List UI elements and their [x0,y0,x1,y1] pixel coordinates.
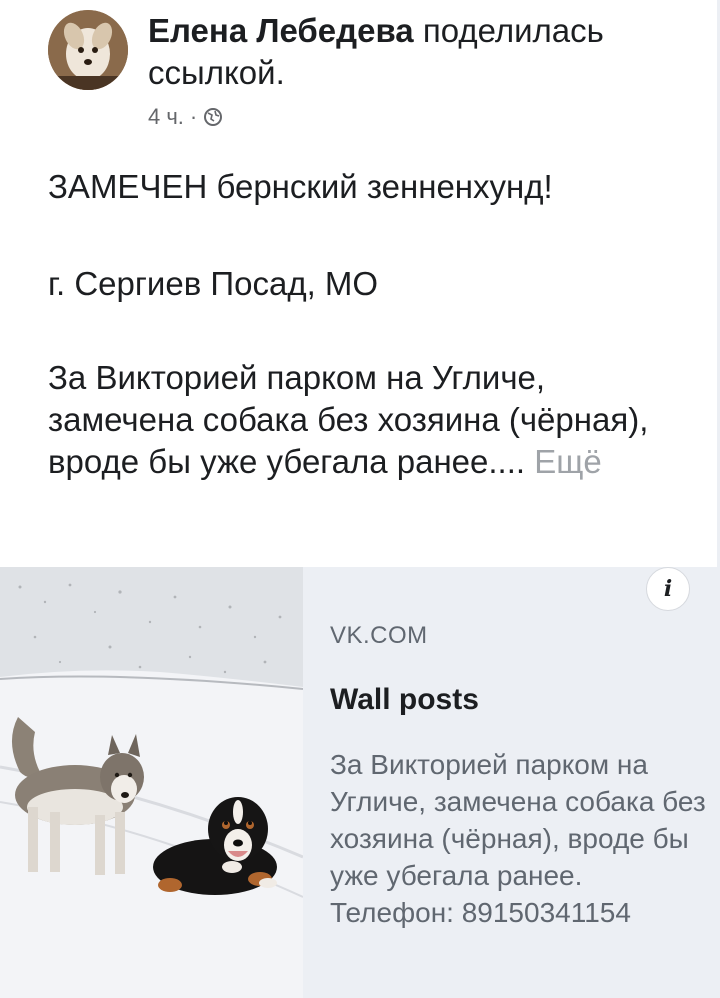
globe-icon[interactable] [203,107,223,127]
link-preview-image[interactable] [0,567,303,998]
see-more-link[interactable]: Ещё [534,443,602,480]
shared-link-post: Елена Лебедева поделилась ссылкой. 4 ч. … [0,0,720,998]
post-paragraph-location: г. Сергиев Посад, МО [48,265,379,302]
meta-separator: · [189,104,198,129]
post-paragraph-headline: ЗАМЕЧЕН бернский зенненхунд! [48,168,553,205]
author-name[interactable]: Елена Лебедева [148,12,414,49]
post-paragraph-details: За Викторией парком на Угличе, замечена … [48,357,678,483]
avatar-dog-photo [48,10,128,90]
link-description: За Викторией парком на Угличе, замечена … [330,749,706,928]
info-icon-glyph: i [663,576,673,602]
link-title[interactable]: Wall posts [330,683,479,717]
post-meta: 4 ч. · [148,104,223,130]
author-avatar[interactable] [48,10,128,90]
info-icon[interactable]: i [646,567,690,611]
post-header: Елена Лебедева поделилась ссылкой. [148,10,668,94]
link-domain: VK.COM [330,622,428,649]
post-time[interactable]: 4 ч. [148,104,184,130]
